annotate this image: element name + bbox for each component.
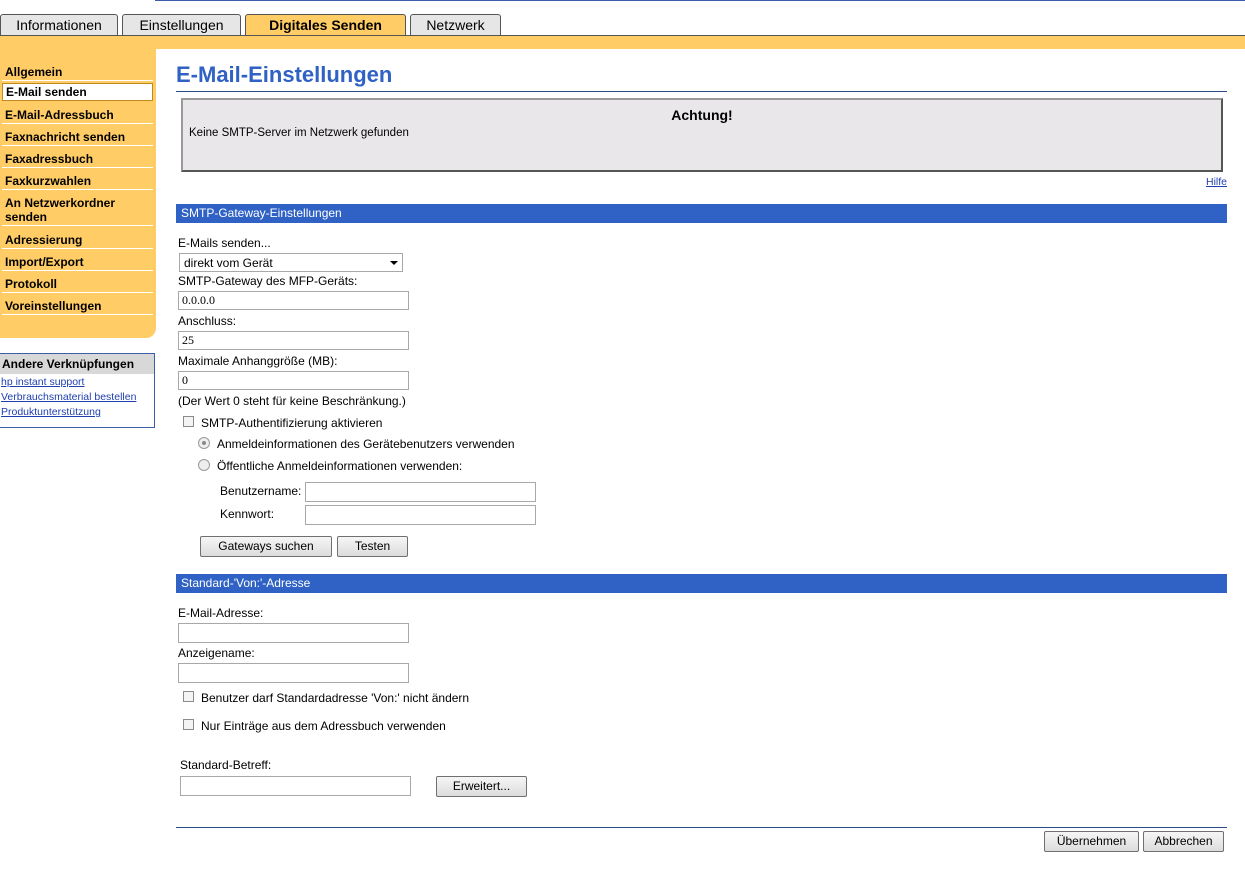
page-title: E-Mail-Einstellungen: [176, 62, 393, 87]
display-name-input[interactable]: [178, 663, 409, 683]
sidebar-item-faxnachricht-senden[interactable]: Faxnachricht senden: [2, 129, 153, 146]
alert-text: Keine SMTP-Server im Netzwerk gefunden: [189, 127, 409, 139]
send-mode-value: direkt vom Gerät: [184, 256, 273, 270]
default-subject-input[interactable]: [180, 776, 411, 796]
send-mode-select[interactable]: direkt vom Gerät: [179, 253, 403, 272]
smtp-auth-checkbox[interactable]: [183, 416, 194, 427]
device-credentials-radio[interactable]: [198, 437, 210, 449]
tab-informationen[interactable]: Informationen: [0, 14, 118, 35]
advanced-button[interactable]: Erweitert...: [436, 776, 527, 797]
sidebar-item-protokoll[interactable]: Protokoll: [2, 276, 153, 293]
send-mode-label: E-Mails senden...: [178, 236, 271, 250]
lock-from-label: Benutzer darf Standardadresse 'Von:' nic…: [201, 691, 470, 705]
email-address-input[interactable]: [178, 623, 409, 643]
port-input[interactable]: 25: [178, 331, 409, 350]
cancel-button[interactable]: Abbrechen: [1143, 831, 1224, 852]
tab-einstellungen[interactable]: Einstellungen: [122, 14, 241, 35]
sidebar-nav: Allgemein E-Mail senden E-Mail-Adressbuc…: [0, 48, 156, 338]
sidebar-item-email-adressbuch[interactable]: E-Mail-Adressbuch: [2, 107, 153, 124]
public-credentials-label: Öffentliche Anmeldeinformationen verwend…: [217, 459, 463, 473]
tab-digitales-senden[interactable]: Digitales Senden: [245, 14, 406, 37]
from-section-header: Standard-'Von:'-Adresse: [176, 574, 1227, 593]
tab-netzwerk[interactable]: Netzwerk: [410, 14, 501, 35]
sidebar-item-netzwerkordner[interactable]: An Netzwerkordner senden: [2, 195, 153, 226]
apply-button[interactable]: Übernehmen: [1044, 831, 1139, 852]
display-name-label: Anzeigename:: [178, 646, 255, 660]
link-produktunterstuetzung[interactable]: Produktunterstützung: [0, 404, 154, 419]
other-links-title: Andere Verknüpfungen: [0, 354, 154, 374]
gateway-label: SMTP-Gateway des MFP-Geräts:: [178, 274, 358, 288]
max-size-note: (Der Wert 0 steht für keine Beschränkung…: [178, 394, 406, 408]
help-link[interactable]: Hilfe: [1206, 176, 1227, 188]
find-gateways-button[interactable]: Gateways suchen: [200, 536, 332, 557]
port-label: Anschluss:: [178, 314, 237, 328]
sidebar-item-faxkurzwahlen[interactable]: Faxkurzwahlen: [2, 173, 153, 190]
sidebar-item-allgemein[interactable]: Allgemein: [2, 64, 153, 81]
smtp-section-header: SMTP-Gateway-Einstellungen: [176, 204, 1227, 223]
password-label: Kennwort:: [220, 507, 275, 521]
device-credentials-label: Anmeldeinformationen des Gerätebenutzers…: [217, 437, 515, 451]
other-links-box: Andere Verknüpfungen hp instant support …: [0, 353, 155, 428]
alert-box: Achtung! Keine SMTP-Server im Netzwerk g…: [181, 98, 1223, 172]
public-credentials-radio[interactable]: [198, 459, 210, 471]
sidebar-item-adressierung[interactable]: Adressierung: [2, 232, 153, 249]
alert-title: Achtung!: [671, 107, 733, 123]
title-divider: [176, 91, 1227, 92]
link-hp-instant-support[interactable]: hp instant support: [0, 374, 154, 389]
top-border-line: [155, 0, 1245, 1]
link-verbrauchsmaterial[interactable]: Verbrauchsmaterial bestellen: [0, 389, 154, 404]
lock-from-checkbox[interactable]: [183, 691, 194, 702]
max-size-label: Maximale Anhanggröße (MB):: [178, 354, 338, 368]
sidebar-item-faxadressbuch[interactable]: Faxadressbuch: [2, 151, 153, 168]
smtp-auth-label: SMTP-Authentifizierung aktivieren: [201, 416, 383, 430]
username-input[interactable]: [305, 482, 536, 502]
password-input[interactable]: [305, 505, 536, 525]
test-button[interactable]: Testen: [337, 536, 408, 557]
gateway-input[interactable]: 0.0.0.0: [178, 291, 409, 310]
username-label: Benutzername:: [220, 484, 302, 498]
sidebar-item-voreinstellungen[interactable]: Voreinstellungen: [2, 298, 153, 315]
chevron-down-icon: [390, 261, 398, 265]
default-subject-label: Standard-Betreff:: [180, 758, 272, 772]
max-size-input[interactable]: 0: [178, 371, 409, 390]
footer-divider: [176, 827, 1227, 828]
email-address-label: E-Mail-Adresse:: [178, 606, 264, 620]
addressbook-only-label: Nur Einträge aus dem Adressbuch verwende…: [201, 719, 446, 733]
sidebar-item-import-export[interactable]: Import/Export: [2, 254, 153, 271]
addressbook-only-checkbox[interactable]: [183, 719, 194, 730]
tab-underline-band: [0, 35, 1245, 49]
sidebar-item-email-senden[interactable]: E-Mail senden: [2, 83, 153, 101]
